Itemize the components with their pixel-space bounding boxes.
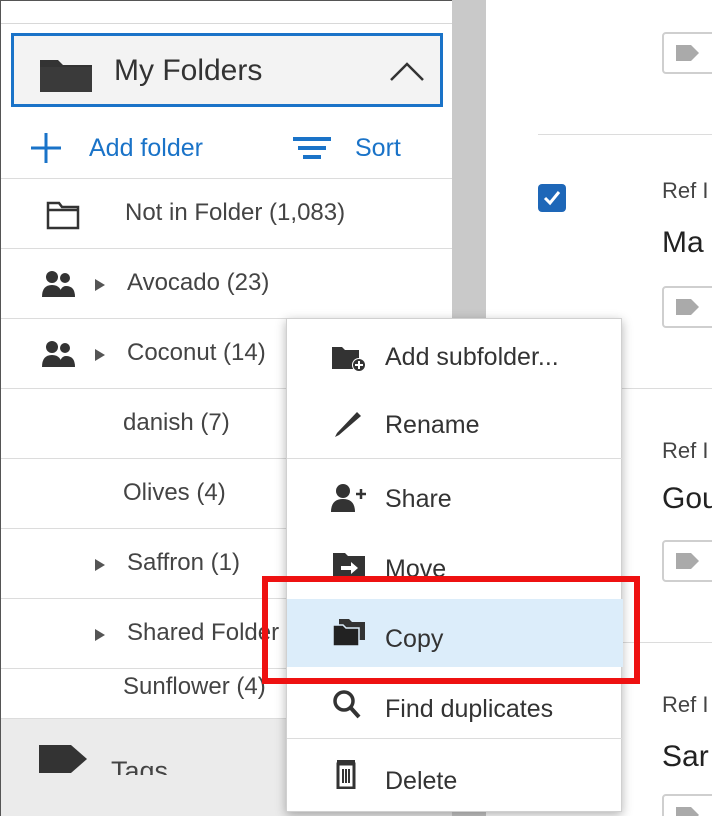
reference-ref: Ref I [662,178,709,203]
tag-icon [676,45,699,61]
tag-icon [676,299,699,315]
reference-title[interactable]: Sar [662,740,709,774]
add-subfolder-icon [332,347,366,372]
folder-context-menu: Add subfolder... Rename Share Move Copy [286,318,623,812]
tag-icon [676,807,699,816]
menu-item-label: Add subfolder... [385,343,559,371]
checkmark-icon [543,191,561,206]
reference-ref: Ref I [662,692,709,717]
shared-users-icon [42,341,75,367]
sort-label: Sort [355,133,401,162]
sidebar-divider [1,23,452,24]
select-checkbox[interactable] [538,184,566,212]
tag-icon [39,745,87,773]
reference-title[interactable]: Ma [662,226,704,260]
folder-label: Shared Folder [127,619,280,646]
menu-item-add-subfolder[interactable]: Add subfolder... [287,323,623,391]
tag-button[interactable] [662,32,712,74]
folder-label: Not in Folder (1,083) [125,199,346,226]
folder-icon [40,60,92,92]
annotation-highlight-box [262,576,640,684]
folder-label: Avocado (23) [127,269,270,296]
trash-icon [336,760,356,789]
sort-button[interactable]: Sort [291,131,401,165]
tag-button[interactable] [662,540,712,582]
shared-users-icon [42,271,75,297]
plus-icon [31,133,61,163]
open-folder-outline-icon [46,201,80,230]
my-folders-title: My Folders [114,54,263,87]
folder-label: Saffron (1) [127,549,240,576]
my-folders-header[interactable]: My Folders [11,33,443,107]
sort-icon [293,137,331,159]
menu-item-label: Rename [385,411,480,439]
expand-arrow-icon[interactable] [95,279,105,291]
reference-ref: Ref I [662,438,709,463]
tag-button[interactable] [662,286,712,328]
folder-row-not-in-folder[interactable]: Not in Folder (1,083) [1,179,452,249]
menu-item-rename[interactable]: Rename [287,391,623,459]
move-folder-icon [333,553,365,576]
search-icon [333,690,361,719]
menu-item-delete[interactable]: Delete [287,743,623,811]
folder-label: Sunflower (4) [123,673,266,700]
expand-arrow-icon[interactable] [95,559,105,571]
menu-item-label: Find duplicates [385,695,554,723]
add-folder-button[interactable]: Add folder [29,131,203,165]
add-person-icon [331,484,366,512]
add-folder-label: Add folder [89,133,203,162]
pencil-icon [335,412,361,437]
chevron-up-icon[interactable] [388,58,426,84]
expand-arrow-icon[interactable] [95,629,105,641]
folder-label: Olives (4) [123,479,226,506]
menu-item-share[interactable]: Share [287,465,623,533]
folder-label: danish (7) [123,409,230,436]
tags-label: Tags [111,756,169,775]
menu-item-label: Share [385,485,452,513]
row-divider [538,134,712,135]
folder-row-avocado[interactable]: Avocado (23) [1,249,452,319]
folder-actions-bar: Add folder Sort [1,113,452,179]
tag-button[interactable] [662,794,712,816]
tag-icon [676,553,699,569]
menu-item-label: Delete [385,767,458,795]
folder-label: Coconut (14) [127,339,266,366]
expand-arrow-icon[interactable] [95,349,105,361]
reference-title[interactable]: Gou [662,482,712,516]
